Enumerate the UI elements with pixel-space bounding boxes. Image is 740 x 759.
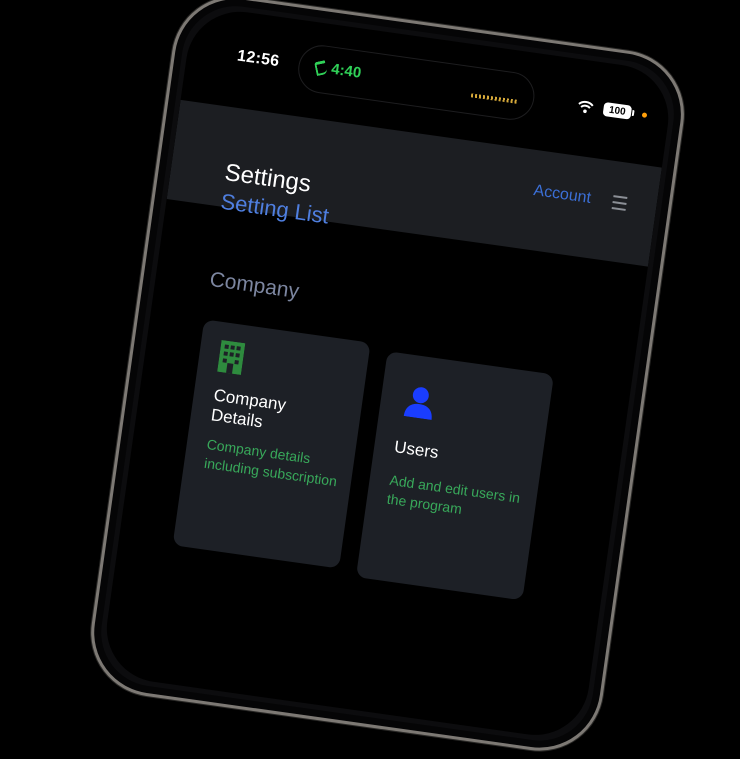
card-description: Add and edit users in the program bbox=[386, 471, 522, 517]
hamburger-menu-icon[interactable] bbox=[611, 195, 628, 211]
battery-level: 100 bbox=[608, 104, 627, 118]
battery-icon: 100 bbox=[602, 101, 633, 120]
audio-waveform-icon bbox=[470, 93, 517, 104]
dynamic-island[interactable]: 4:40 bbox=[295, 42, 538, 123]
call-indicator: 4:40 bbox=[314, 58, 363, 82]
building-icon bbox=[217, 339, 246, 375]
wifi-icon bbox=[578, 101, 594, 114]
card-description: Company details including subscription bbox=[203, 436, 339, 490]
account-link[interactable]: Account bbox=[532, 182, 592, 208]
card-title: Company Details bbox=[209, 385, 288, 432]
status-time: 12:56 bbox=[236, 47, 281, 71]
company-details-card[interactable]: Company Details Company details includin… bbox=[172, 319, 371, 569]
privacy-indicator-dot bbox=[641, 112, 648, 118]
call-timer: 4:40 bbox=[330, 60, 363, 82]
section-heading-company: Company bbox=[208, 267, 301, 304]
card-title: Users bbox=[393, 437, 440, 463]
phone-screen: 12:56 4:40 100 Account Settings Setting … bbox=[99, 4, 676, 742]
phone-frame: 12:56 4:40 100 Account Settings Setting … bbox=[82, 0, 693, 759]
users-card[interactable]: Users Add and edit users in the program bbox=[355, 351, 555, 601]
phone-icon bbox=[314, 59, 328, 76]
user-icon bbox=[403, 387, 432, 420]
